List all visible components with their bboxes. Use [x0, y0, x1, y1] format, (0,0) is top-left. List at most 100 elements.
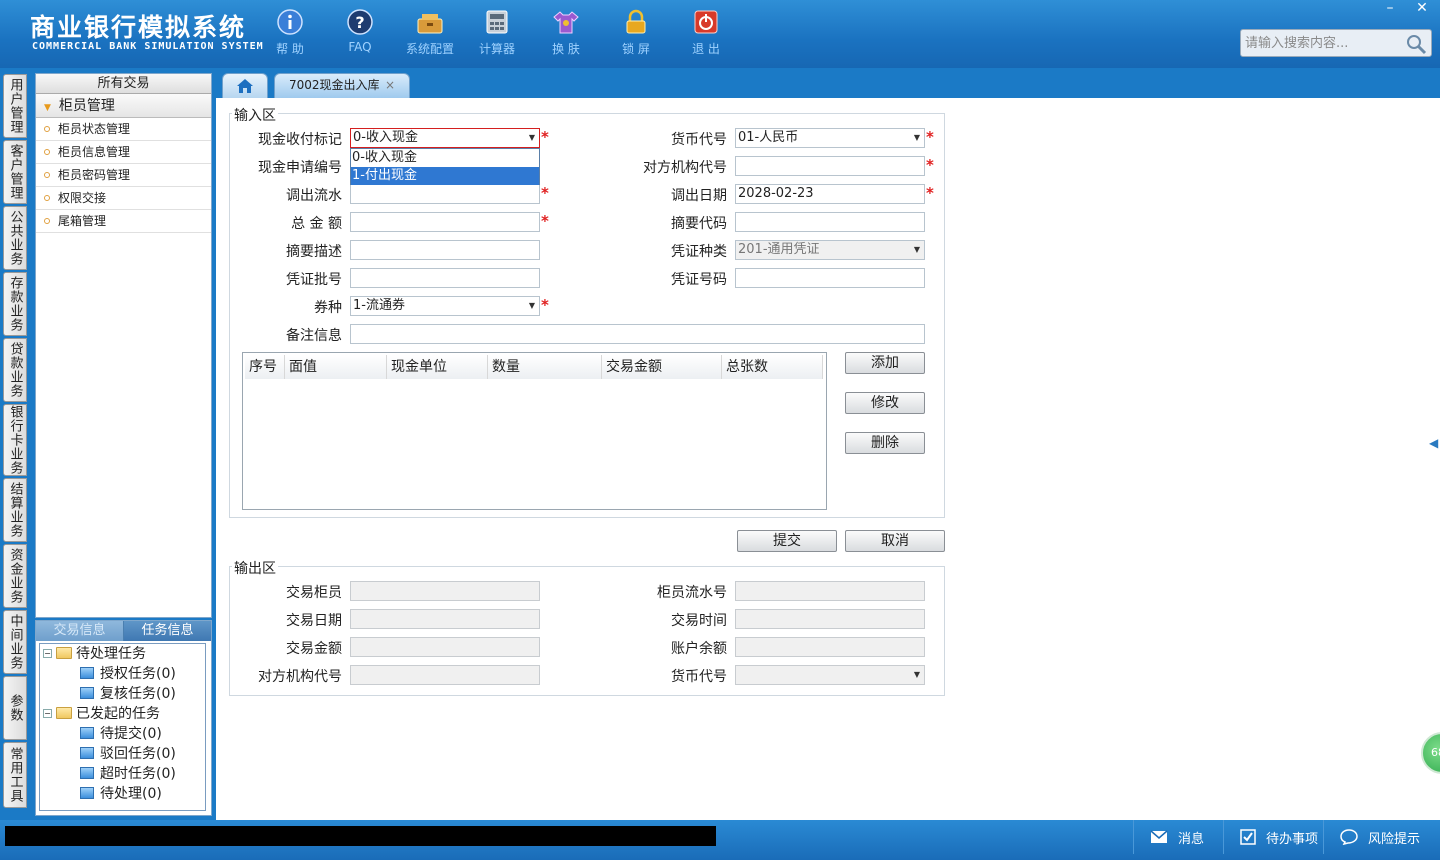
menu-header[interactable]: 所有交易: [36, 74, 211, 94]
vtab-customer-management[interactable]: 客户管理: [3, 140, 27, 204]
menu-item-cash-box[interactable]: 尾箱管理: [36, 210, 211, 233]
tab-cash-inout[interactable]: 7002现金出入库 ×: [274, 73, 410, 98]
task-icon: [80, 767, 94, 779]
option-pay-cash[interactable]: 1-付出现金: [351, 167, 539, 185]
out-serial-input[interactable]: [350, 184, 540, 204]
voucher-no-input[interactable]: [735, 268, 925, 288]
vtab-intermediary-business[interactable]: 中间业务: [3, 610, 27, 674]
note-type-select[interactable]: 1-流通券 ▼: [350, 296, 540, 316]
task-tree: − 待处理任务 授权任务(0) 复核任务(0) − 已发起的任务 待提交(0) 驳回…: [39, 643, 206, 811]
calculator-icon: [483, 8, 511, 36]
trade-time-output: [735, 609, 925, 629]
task-icon: [80, 667, 94, 679]
tree-node-timeout[interactable]: 超时任务(0): [80, 764, 176, 784]
tree-node-pending[interactable]: − 待处理任务: [43, 644, 146, 664]
summary-desc-input[interactable]: [350, 240, 540, 260]
minimize-button[interactable]: –: [1375, 0, 1405, 18]
settings-button[interactable]: 系统配置: [400, 8, 460, 57]
app-title: 商业银行模拟系统: [30, 13, 247, 42]
grid-col-trade-amount: 交易金额: [602, 355, 722, 379]
help-button[interactable]: 帮 助: [260, 8, 320, 57]
risk-button[interactable]: 风险提示: [1323, 820, 1440, 854]
vtab-bank-card-business[interactable]: 银行卡业务: [3, 404, 27, 476]
out-currency-select: ▼: [735, 665, 925, 685]
tree-node-review[interactable]: 复核任务(0): [80, 684, 176, 704]
total-amount-input[interactable]: [350, 212, 540, 232]
messages-button[interactable]: 消息: [1133, 820, 1223, 854]
delete-button[interactable]: 删除: [845, 432, 925, 454]
search-input[interactable]: [1241, 30, 1401, 56]
todo-button[interactable]: 待办事项: [1223, 820, 1323, 854]
tree-node-initiated[interactable]: − 已发起的任务: [43, 704, 160, 724]
chevron-down-icon: ▼: [913, 133, 920, 142]
tree-node-to-submit[interactable]: 待提交(0): [80, 724, 162, 744]
chevron-down-icon: ▼: [913, 670, 920, 679]
folder-icon: [56, 707, 72, 719]
vtab-fund-business[interactable]: 资金业务: [3, 544, 27, 608]
remark-label: 备注信息: [286, 328, 342, 344]
tab-task-info[interactable]: 任务信息: [124, 621, 211, 641]
vtab-loan-business[interactable]: 贷款业务: [3, 338, 27, 402]
note-type-value: 1-流通券: [353, 298, 405, 313]
faq-button[interactable]: ? FAQ: [330, 8, 390, 54]
grid-col-seq: 序号: [245, 355, 285, 379]
tree-node-rejected[interactable]: 驳回任务(0): [80, 744, 176, 764]
counterpart-input[interactable]: [735, 156, 925, 176]
tab-home[interactable]: [222, 73, 268, 98]
lock-button[interactable]: 锁 屏: [606, 8, 666, 57]
task-icon: [80, 687, 94, 699]
cancel-button[interactable]: 取消: [845, 530, 945, 552]
vtab-user-management[interactable]: 用户管理: [3, 74, 27, 138]
voucher-batch-input[interactable]: [350, 268, 540, 288]
menu-group-teller-management[interactable]: ▼ 柜员管理: [36, 94, 211, 118]
vtab-common-tools[interactable]: 常用工具: [3, 742, 27, 808]
grid-col-face-value: 面值: [285, 355, 387, 379]
tree-node-to-process[interactable]: 待处理(0): [80, 784, 162, 804]
menu-item-label: 柜员密码管理: [58, 168, 131, 182]
tree-node-auth[interactable]: 授权任务(0): [80, 664, 176, 684]
required-mark: *: [926, 128, 934, 146]
exit-button[interactable]: 退 出: [676, 8, 736, 57]
skin-button[interactable]: 换 肤: [536, 8, 596, 57]
close-window-button[interactable]: ✕: [1407, 0, 1437, 18]
teller-label: 交易柜员: [286, 585, 342, 601]
vtab-public-business[interactable]: 公共业务: [3, 206, 27, 270]
task-icon: [80, 727, 94, 739]
vtab-deposit-business[interactable]: 存款业务: [3, 272, 27, 336]
tab-transaction-info[interactable]: 交易信息: [36, 621, 124, 641]
trade-date-label: 交易日期: [286, 613, 342, 629]
out-date-input[interactable]: 2028-02-23: [735, 184, 925, 204]
voucher-type-select: 201-通用凭证 ▼: [735, 240, 925, 260]
add-button[interactable]: 添加: [845, 352, 925, 374]
submit-button[interactable]: 提交: [737, 530, 837, 552]
summary-code-label: 摘要代码: [671, 216, 727, 232]
note-type-label: 券种: [314, 300, 342, 316]
shirt-icon: [552, 8, 580, 36]
calculator-label: 计算器: [478, 42, 515, 56]
vtab-settlement-business[interactable]: 结算业务: [3, 478, 27, 542]
remark-input[interactable]: [350, 324, 925, 344]
menu-item-teller-password[interactable]: 柜员密码管理: [36, 164, 211, 187]
tree-label: 复核任务(0): [100, 686, 176, 702]
task-icon: [80, 747, 94, 759]
menu-item-permission-handover[interactable]: 权限交接: [36, 187, 211, 210]
menu-item-teller-info[interactable]: 柜员信息管理: [36, 141, 211, 164]
voucher-type-label: 凭证种类: [671, 244, 727, 260]
vtab-parameters[interactable]: 参数: [3, 676, 27, 740]
tab-close-icon[interactable]: ×: [385, 74, 395, 97]
summary-code-input[interactable]: [735, 212, 925, 232]
voucher-no-label: 凭证号码: [671, 272, 727, 288]
grid-header: 序号 面值 现金单位 数量 交易金额 总张数: [245, 355, 823, 379]
currency-select[interactable]: 01-人民币 ▼: [735, 128, 925, 148]
collapse-handle-icon[interactable]: ◀: [1429, 423, 1440, 463]
collapse-icon[interactable]: −: [43, 648, 52, 658]
calculator-button[interactable]: 计算器: [467, 8, 527, 57]
modify-button[interactable]: 修改: [845, 392, 925, 414]
collapse-icon[interactable]: −: [43, 708, 52, 718]
cash-flag-select[interactable]: 0-收入现金 ▼: [350, 128, 540, 148]
output-section-title: 输出区: [232, 558, 278, 578]
required-mark: *: [541, 128, 549, 146]
option-receive-cash[interactable]: 0-收入现金: [351, 149, 539, 167]
search-icon[interactable]: [1405, 33, 1427, 55]
menu-item-teller-status[interactable]: 柜员状态管理: [36, 118, 211, 141]
